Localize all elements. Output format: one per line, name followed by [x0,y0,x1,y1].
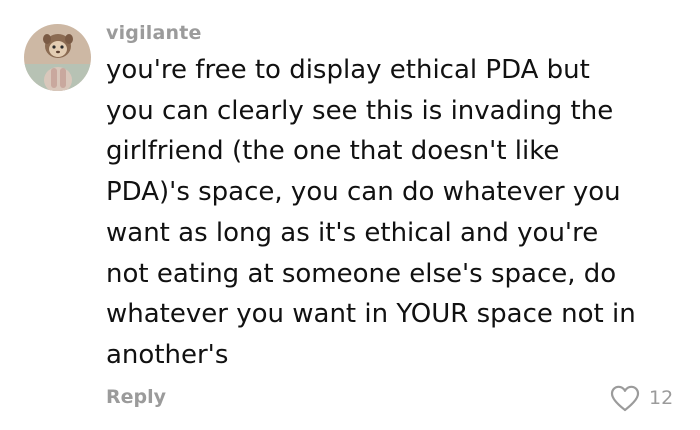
comment-text-line: another's [106,339,229,370]
comment-text-line: not eating at someone else's space, do [106,258,617,289]
like-button[interactable]: 12 [610,383,673,413]
comment-text-line: want as long as it's ethical and you're [106,217,599,248]
comment-text-line: PDA)'s space, you can do whatever you [106,177,621,208]
heart-outline-icon [610,385,640,411]
avatar[interactable] [24,24,91,91]
comment-text-line: whatever you want in YOUR space not in [106,299,636,330]
comment-text-line: you're free to display ethical PDA but [106,55,590,85]
comment-text-line: you can clearly see this is invading the [106,95,614,126]
username[interactable]: vigilante [106,22,202,44]
comment-card: vigilante you're free to display ethical… [0,0,700,430]
like-count: 12 [649,387,674,409]
comment-text: you're free to display ethical PDA but y… [106,50,681,376]
reply-button[interactable]: Reply [106,386,166,408]
user-avatar-image [24,24,91,91]
comment-text-line: girlfriend (the one that doesn't like [106,136,560,167]
